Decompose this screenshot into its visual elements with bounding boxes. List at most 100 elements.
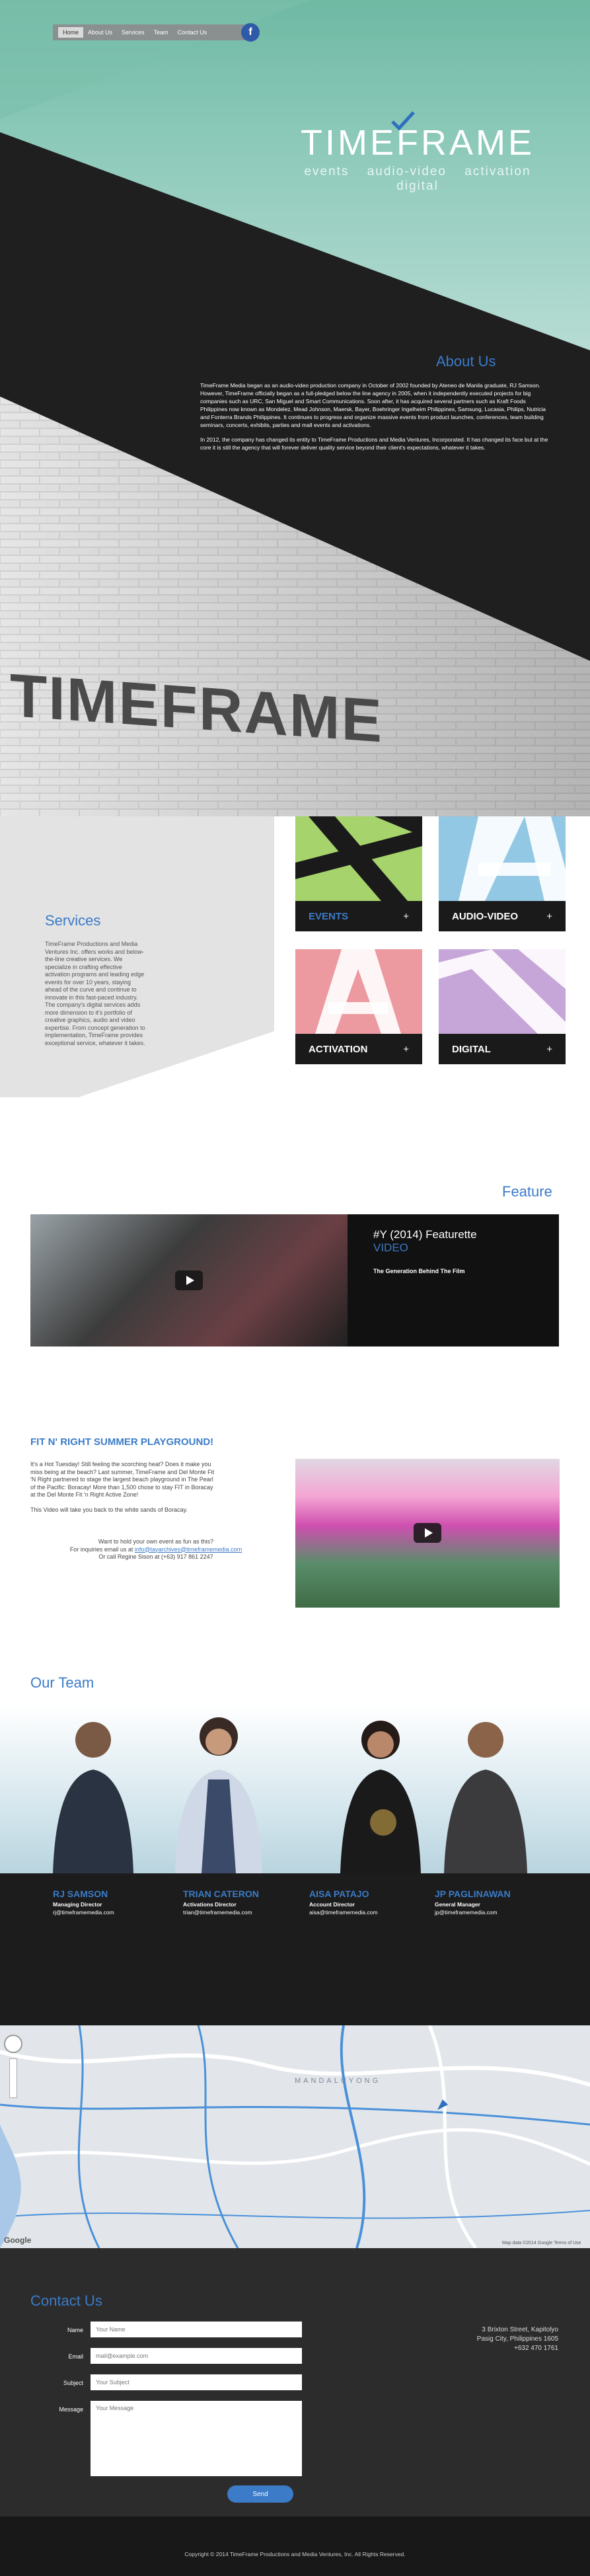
name-field[interactable] <box>91 2322 302 2337</box>
plus-icon: + <box>403 910 409 922</box>
member-role: Account Director <box>309 1901 355 1908</box>
brand-block: TIMEFRAME events audio-video activation … <box>285 122 550 194</box>
about-paragraph: TimeFrame Media began as an audio-video … <box>200 382 546 428</box>
member-email[interactable]: jp@timeframemedia.com <box>435 1909 511 1916</box>
brand-tagline: events audio-video activation digital <box>285 165 550 194</box>
map-marker-icon[interactable] <box>436 2098 449 2111</box>
map-attribution: Map data ©2014 Google Terms of Use <box>502 2241 581 2245</box>
play-icon[interactable] <box>414 1523 441 1543</box>
tagline-events: events <box>304 165 350 178</box>
member-name: JP PAGLINAWAN <box>435 1889 511 1899</box>
feature-heading-video: VIDEO <box>373 1241 408 1254</box>
member-email[interactable]: aisa@timeframemedia.com <box>309 1909 378 1916</box>
fit-video[interactable] <box>295 1459 560 1608</box>
feature-subtitle: The Generation Behind The Film <box>373 1268 465 1274</box>
nav-home[interactable]: Home <box>58 27 84 38</box>
map-district-label: MANDALUYONG <box>295 2077 381 2085</box>
brand-logo: TIMEFRAME <box>301 123 535 163</box>
service-tile-bar: EVENTS + <box>295 901 422 931</box>
map-zoom-slider[interactable] <box>9 2058 17 2098</box>
main-nav: Home About Us Services Team Contact Us <box>53 24 244 40</box>
tagline-activation: activation <box>464 165 531 178</box>
service-tile-bar: AUDIO-VIDEO + <box>439 901 566 931</box>
member-email[interactable]: trian@timeframemedia.com <box>183 1909 259 1916</box>
feature-video[interactable] <box>30 1214 348 1347</box>
google-logo: Google <box>4 2236 32 2245</box>
office-wall-photo: TIMEFRAME <box>0 397 590 816</box>
nav-contact[interactable]: Contact Us <box>173 27 212 38</box>
events-art <box>295 816 422 901</box>
phone-number: +632 470 1761 <box>513 2345 558 2352</box>
about-paragraph: In 2012, the company has changed its ent… <box>200 436 548 451</box>
location-map[interactable]: MANDALUYONG Google Map data ©2014 Google… <box>0 2025 590 2248</box>
service-label: AUDIO-VIDEO <box>452 910 519 922</box>
member-role: Activations Director <box>183 1901 237 1908</box>
nav-services[interactable]: Services <box>117 27 149 38</box>
member-role: General Manager <box>435 1901 480 1908</box>
fit-inquiry: Want to hold your own event as fun as th… <box>30 1538 281 1561</box>
nav-about[interactable]: About Us <box>83 27 117 38</box>
facebook-icon[interactable]: f <box>241 23 260 42</box>
message-field[interactable] <box>91 2401 302 2476</box>
play-icon[interactable] <box>175 1270 203 1290</box>
team-member: JP PAGLINAWAN General Manager jp@timefra… <box>435 1889 511 1916</box>
name-label: Name <box>67 2327 83 2333</box>
team-photos <box>53 1717 527 1873</box>
activation-art <box>295 949 422 1034</box>
team-member: AISA PATAJO Account Director aisa@timefr… <box>309 1889 378 1916</box>
tagline-digital: digital <box>396 179 439 193</box>
map-roads <box>0 2025 590 2248</box>
service-tile-activation[interactable]: ACTIVATION + <box>295 949 422 1064</box>
avatar <box>175 1717 262 1873</box>
address-block: 3 Brixton Street, Kapitolyo Pasig City, … <box>423 2325 558 2353</box>
subject-field[interactable] <box>91 2374 302 2390</box>
about-title: About Us <box>436 353 496 370</box>
service-tile-digital[interactable]: DIGITAL + <box>439 949 566 1064</box>
feature-heading: #Y (2014) Featurette <box>373 1228 477 1241</box>
about-text: TimeFrame Media began as an audio-video … <box>200 381 550 458</box>
fit-paragraph: It's a Hot Tuesday! Still feeling the sc… <box>30 1461 215 1498</box>
services-title: Services <box>45 912 101 929</box>
send-button[interactable]: Send <box>227 2485 293 2503</box>
avatar <box>340 1721 421 1873</box>
map-pan-control-icon[interactable] <box>4 2035 22 2053</box>
plus-icon: + <box>546 1043 552 1055</box>
audio-video-art <box>439 816 566 901</box>
copyright: Copyright © 2014 TimeFrame Productions a… <box>184 2551 406 2557</box>
fit-inquiry-prefix: For inquiries email us at <box>69 1545 135 1553</box>
team-member: TRIAN CATERON Activations Director trian… <box>183 1889 259 1916</box>
subject-label: Subject <box>63 2380 83 2386</box>
member-email[interactable]: rj@timeframemedia.com <box>53 1909 114 1916</box>
address-line: Pasig City, Philippines 1605 <box>476 2335 558 2343</box>
avatar <box>444 1722 527 1873</box>
service-label: EVENTS <box>309 910 349 922</box>
nav-team[interactable]: Team <box>149 27 173 38</box>
service-label: ACTIVATION <box>309 1043 368 1055</box>
fit-paragraph: This Video will take you back to the whi… <box>30 1506 188 1513</box>
team-title: Our Team <box>30 1674 94 1691</box>
member-name: TRIAN CATERON <box>183 1889 259 1899</box>
service-label: DIGITAL <box>452 1043 491 1055</box>
fit-email-link[interactable]: info@tayarchives@timeframemedia.com <box>135 1546 242 1553</box>
fit-inquiry-line: For inquiries email us at info@tayarchiv… <box>30 1546 281 1554</box>
fit-title: FIT N' RIGHT SUMMER PLAYGROUND! <box>30 1436 214 1448</box>
fit-text: It's a Hot Tuesday! Still feeling the sc… <box>30 1461 215 1514</box>
member-name: AISA PATAJO <box>309 1889 369 1899</box>
fit-inquiry-line: Want to hold your own event as fun as th… <box>98 1538 214 1545</box>
contact-title: Contact Us <box>30 2292 102 2309</box>
avatar <box>53 1722 133 1873</box>
email-label: Email <box>68 2353 83 2360</box>
service-tile-audio-video[interactable]: AUDIO-VIDEO + <box>439 816 566 931</box>
fit-inquiry-line: Or call Regine Sison at (+63) 917 861 22… <box>98 1553 213 1560</box>
member-role: Managing Director <box>53 1901 102 1908</box>
team-member: RJ SAMSON Managing Director rj@timeframe… <box>53 1889 114 1916</box>
plus-icon: + <box>546 910 552 922</box>
service-tile-bar: ACTIVATION + <box>295 1034 422 1064</box>
email-field[interactable] <box>91 2348 302 2364</box>
member-name: RJ SAMSON <box>53 1889 108 1899</box>
digital-art <box>439 949 566 1034</box>
footer <box>0 2517 590 2576</box>
service-tile-bar: DIGITAL + <box>439 1034 566 1064</box>
service-tile-events[interactable]: EVENTS + <box>295 816 422 931</box>
feature-title: Feature <box>502 1183 552 1200</box>
